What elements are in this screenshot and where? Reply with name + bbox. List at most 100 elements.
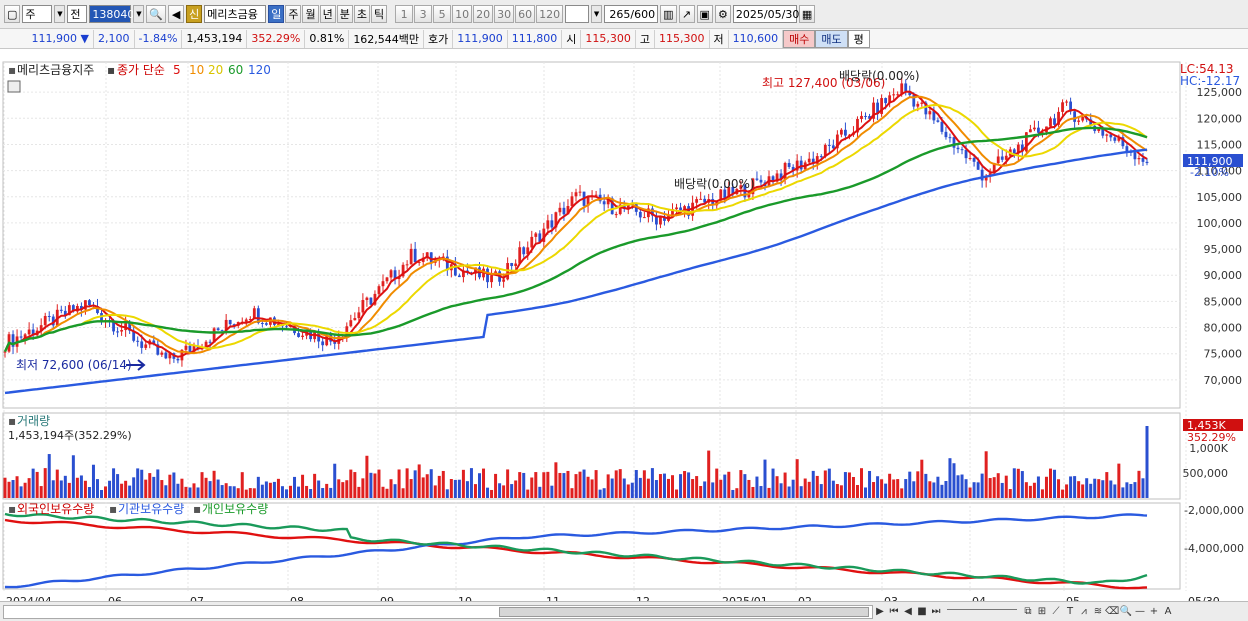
stop-icon[interactable]: ■ <box>915 605 929 619</box>
scroll-thumb[interactable] <box>499 606 869 617</box>
tab-period-5[interactable]: 초 <box>353 5 370 23</box>
tab-period-4[interactable]: 분 <box>336 5 353 23</box>
interval-button-3[interactable]: 3 <box>414 5 433 23</box>
fibo-tool-icon[interactable]: ≋ <box>1091 605 1105 619</box>
volume-bar <box>711 482 715 498</box>
gear-icon[interactable]: ⚙ <box>714 5 731 23</box>
drawing-tools-icon[interactable]: ⧉ <box>1021 605 1035 619</box>
price-tick: 115,000 <box>1197 138 1243 151</box>
zoom-out-icon[interactable]: — <box>1133 605 1147 619</box>
candle-body <box>208 341 212 343</box>
volume-bar <box>1101 480 1105 498</box>
volume-bar <box>626 484 630 498</box>
volume-bar <box>1145 426 1149 498</box>
fast-forward-icon[interactable]: ⏭ <box>929 605 943 619</box>
tab-period-0[interactable]: 일 <box>268 5 285 23</box>
play-icon[interactable]: ▶ <box>873 605 887 619</box>
candle-body <box>1061 102 1064 112</box>
interval-button-10[interactable]: 10 <box>452 5 473 23</box>
magnifier-icon[interactable]: 🔍 <box>1119 605 1133 619</box>
zoom-in-icon[interactable]: + <box>1147 605 1161 619</box>
candle-body <box>819 156 823 158</box>
dividend-note-1: 배당락(0.00%) <box>839 69 920 83</box>
candle-body <box>1137 157 1141 160</box>
volume-bar <box>1008 489 1012 498</box>
trend-tool-icon[interactable]: ⩘ <box>1077 605 1091 619</box>
stock-name-field: 메리츠금융 <box>204 5 267 23</box>
volume-bar <box>775 476 779 498</box>
price-tick: 105,000 <box>1197 191 1243 204</box>
buy-button[interactable]: 매수 <box>783 29 816 48</box>
speaker-icon[interactable]: ◀ <box>168 5 185 23</box>
candle-body <box>844 129 847 136</box>
volume-bar <box>204 477 208 498</box>
volume-bar <box>779 483 783 498</box>
candle-body <box>357 312 361 319</box>
candle-body <box>1077 120 1081 122</box>
date-input[interactable]: 2025/05/30 <box>732 5 799 23</box>
market-select[interactable]: 주 <box>22 5 53 23</box>
interval-button-30[interactable]: 30 <box>494 5 515 23</box>
search-icon[interactable]: 🔍 <box>146 5 167 23</box>
line-tool-icon[interactable]: ⟋ <box>1049 605 1063 619</box>
interval-button-60[interactable]: 60 <box>515 5 536 23</box>
tab-period-1[interactable]: 주 <box>285 5 302 23</box>
interval-custom-input[interactable] <box>565 5 590 23</box>
tab-period-3[interactable]: 년 <box>319 5 336 23</box>
prev-icon[interactable]: ◀ <box>901 605 915 619</box>
volume-bar <box>900 488 904 498</box>
candle-type-icon[interactable]: ▥ <box>660 5 677 23</box>
prefix-field[interactable]: 전 <box>67 5 88 23</box>
sell-button[interactable]: 매도 <box>815 29 848 48</box>
average-button[interactable]: 평 <box>847 29 870 48</box>
interval-button-1[interactable]: 1 <box>395 5 414 23</box>
count-input[interactable]: 265/600 <box>604 5 659 23</box>
volume-bar <box>872 482 876 498</box>
volume-bar <box>1085 478 1089 498</box>
scroll-track[interactable] <box>3 604 873 619</box>
candle-body <box>864 115 867 117</box>
volume-bar <box>236 488 240 498</box>
interval-button-20[interactable]: 20 <box>473 5 494 23</box>
rewind-icon[interactable]: ⏮ <box>887 605 901 619</box>
candle-body <box>928 111 932 115</box>
volume-bar <box>293 476 297 498</box>
chevron-down-icon[interactable]: ▼ <box>54 5 66 23</box>
calendar-icon[interactable]: ▦ <box>798 5 816 23</box>
volume-bar <box>932 482 936 498</box>
grid-toggle-icon[interactable] <box>7 80 21 93</box>
window-icon[interactable]: ▢ <box>4 5 21 23</box>
text-tool-icon[interactable]: T <box>1063 605 1077 619</box>
shape-tool-icon[interactable]: ⊞ <box>1035 605 1049 619</box>
volume-bar <box>140 469 144 498</box>
stock-chart[interactable]: 125,000120,000115,000110,000105,000100,0… <box>0 50 1248 621</box>
volume-bar <box>896 479 900 498</box>
save-icon[interactable]: ▣ <box>696 5 713 23</box>
price-tick: 80,000 <box>1204 322 1243 335</box>
interval-button-120[interactable]: 120 <box>536 5 564 23</box>
price-change-pct: -1.84% <box>135 29 183 48</box>
tab-period-6[interactable]: 틱 <box>370 5 388 23</box>
candle-body <box>381 281 385 287</box>
volume-bar <box>329 487 333 498</box>
stock-code-input[interactable]: 138040 <box>89 5 134 23</box>
volume-bar <box>284 489 288 498</box>
zoom-slider[interactable] <box>947 608 1017 615</box>
code-dropdown-icon[interactable]: ▼ <box>133 5 145 23</box>
volume-bar <box>482 468 486 498</box>
volume-bar <box>1000 482 1004 498</box>
volume-bar <box>1053 469 1057 498</box>
volume-bar <box>1081 484 1085 498</box>
volume-bar <box>847 472 851 498</box>
line-tool-icon[interactable]: ↗ <box>678 5 695 23</box>
candle-body <box>920 102 924 104</box>
eraser-icon[interactable]: ⌫ <box>1105 605 1119 619</box>
tab-period-2[interactable]: 월 <box>302 5 319 23</box>
volume-bar <box>465 481 469 498</box>
interval-button-5[interactable]: 5 <box>433 5 452 23</box>
interval-dropdown-icon[interactable]: ▼ <box>591 5 603 23</box>
font-size-icon[interactable]: A <box>1161 605 1175 619</box>
volume-bar <box>184 486 188 498</box>
volume-bar <box>397 469 401 498</box>
volume-bar <box>695 476 699 498</box>
